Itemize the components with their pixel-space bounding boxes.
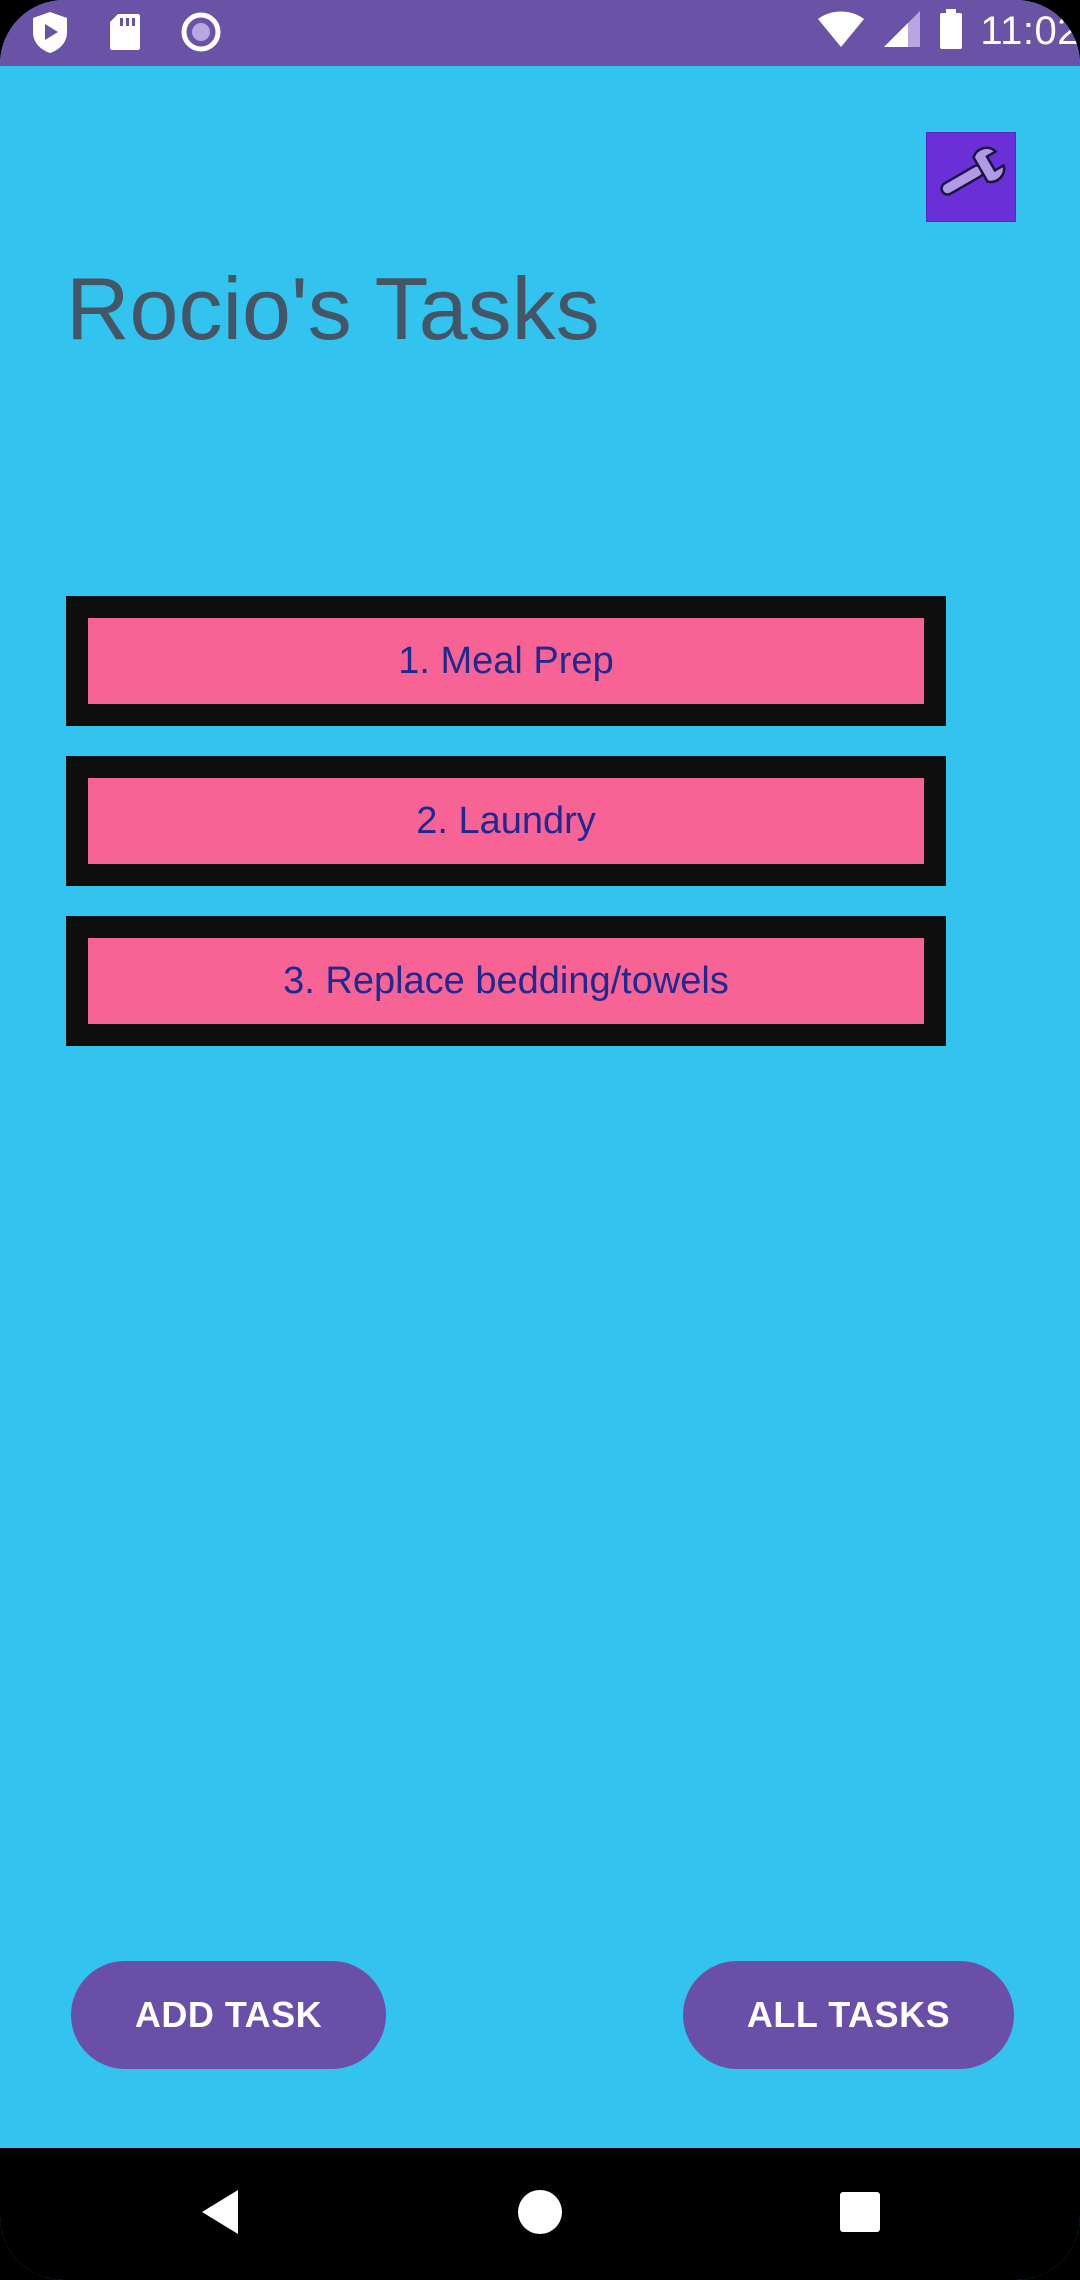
back-button[interactable] bbox=[180, 2148, 260, 2280]
shield-play-icon bbox=[30, 10, 70, 59]
page-title: Rocio's Tasks bbox=[66, 259, 600, 358]
wifi-icon bbox=[816, 9, 866, 54]
wrench-icon bbox=[930, 134, 1012, 221]
settings-button[interactable] bbox=[926, 132, 1016, 222]
recents-icon bbox=[838, 2190, 882, 2239]
recents-button[interactable] bbox=[820, 2148, 900, 2280]
home-button[interactable] bbox=[500, 2148, 580, 2280]
task-label: 2. Laundry bbox=[88, 778, 924, 864]
status-bar: 11:02 bbox=[0, 0, 1080, 66]
home-icon bbox=[516, 2188, 564, 2241]
sd-card-icon bbox=[108, 12, 142, 57]
navigation-bar bbox=[0, 2148, 1080, 2280]
app-screen: 11:02 Rocio's Tasks 1. Meal Prep 2. Laun… bbox=[0, 0, 1080, 2280]
task-item-3[interactable]: 3. Replace bedding/towels bbox=[66, 916, 946, 1046]
record-circle-icon bbox=[180, 11, 222, 58]
add-task-button[interactable]: ADD TASK bbox=[71, 1961, 386, 2069]
task-item-2[interactable]: 2. Laundry bbox=[66, 756, 946, 886]
task-label: 3. Replace bedding/towels bbox=[88, 938, 924, 1024]
task-item-1[interactable]: 1. Meal Prep bbox=[66, 596, 946, 726]
back-icon bbox=[198, 2188, 242, 2241]
battery-icon bbox=[938, 8, 964, 55]
status-time: 11:02 bbox=[980, 9, 1080, 53]
all-tasks-button[interactable]: ALL TASKS bbox=[683, 1961, 1014, 2069]
status-right-icons: 11:02 bbox=[816, 8, 1080, 55]
status-left-icons bbox=[30, 10, 222, 59]
task-label: 1. Meal Prep bbox=[88, 618, 924, 704]
cell-signal-icon bbox=[882, 9, 922, 54]
